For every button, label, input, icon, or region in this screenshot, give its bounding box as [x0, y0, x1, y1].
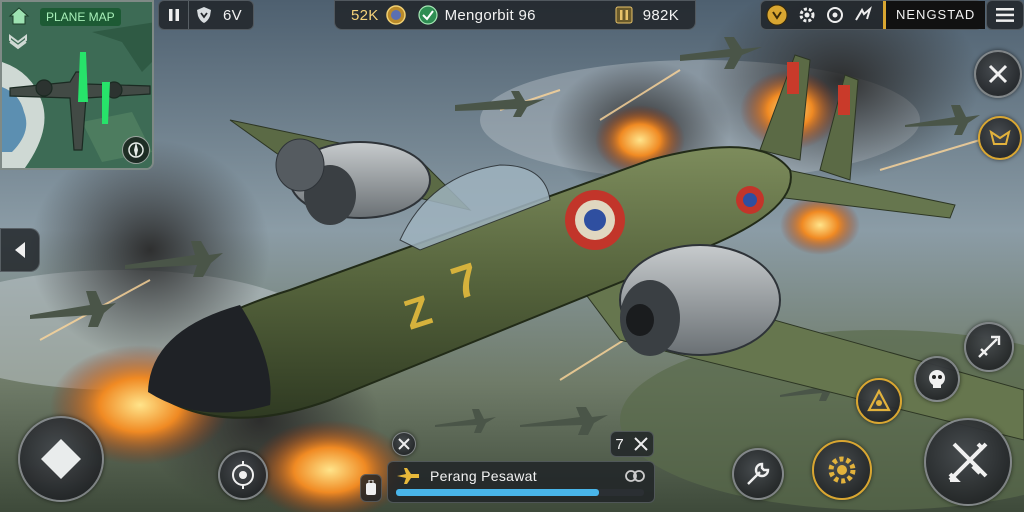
target-icon[interactable] — [825, 5, 845, 25]
settings-gear-icon[interactable] — [797, 5, 817, 25]
minimap[interactable]: PLANE MAP — [0, 0, 154, 170]
minimap-home-icon[interactable] — [8, 6, 30, 26]
link-icon — [625, 470, 645, 482]
gear-icon — [828, 456, 856, 484]
backpack-button[interactable] — [360, 474, 382, 502]
close-cancel-button[interactable] — [974, 50, 1022, 98]
swords-icon — [398, 438, 410, 450]
player-name: NENGSTAD — [883, 1, 986, 29]
coin-icon — [385, 4, 407, 26]
formation-icon — [867, 388, 891, 412]
crossed-guns-icon — [948, 442, 988, 482]
mission-badge-icon — [417, 4, 439, 26]
backpack-icon — [366, 480, 376, 495]
mission-plane-icon — [397, 468, 419, 484]
skull-bomb-icon — [929, 370, 945, 388]
rank-medal-icon[interactable] — [765, 3, 789, 27]
minimap-compass-icon[interactable] — [122, 136, 150, 164]
upgrade-button[interactable] — [812, 440, 872, 500]
counter-value: 7 — [615, 435, 624, 453]
top-resource-bar: 52K Mengorbit 96 982K — [334, 0, 696, 30]
crossed-swords-icon — [633, 437, 648, 451]
mission-progress-panel: Perang Pesawat — [387, 461, 655, 503]
ammo-amount: 982K — [642, 6, 679, 24]
chevron-left-icon — [15, 242, 25, 258]
menu-button[interactable] — [986, 0, 1024, 30]
pause-icon[interactable] — [159, 1, 189, 29]
top-left-value: 6V — [223, 6, 242, 24]
movement-joystick[interactable] — [18, 416, 104, 502]
minimap-title: PLANE MAP — [40, 8, 121, 26]
mission-text: Mengorbit 96 — [444, 6, 536, 24]
formation-button[interactable] — [856, 378, 902, 424]
fire-button[interactable] — [924, 418, 1012, 506]
aim-target-button[interactable] — [218, 450, 268, 500]
gold-amount: 52K — [351, 6, 379, 24]
mission-label: Perang Pesawat — [430, 468, 537, 484]
shield-icon[interactable] — [189, 1, 219, 29]
wrench-icon — [747, 462, 770, 485]
special-ability-button[interactable] — [978, 116, 1022, 160]
repair-button[interactable] — [732, 448, 784, 500]
missile-button[interactable] — [964, 322, 1014, 372]
squad-icon[interactable] — [853, 5, 873, 25]
top-left-hud: 6V — [158, 0, 254, 30]
minimap-rank-icon — [8, 32, 28, 52]
mission-progress-fill — [396, 489, 600, 496]
hamburger-icon — [996, 8, 1014, 22]
ammo-icon — [613, 4, 635, 26]
crosshair-icon — [232, 461, 254, 489]
missile-icon — [978, 335, 1001, 358]
bomb-button[interactable] — [914, 356, 960, 402]
mission-progress-bar — [396, 489, 644, 496]
close-icon — [988, 64, 1008, 84]
left-arrow-button[interactable] — [0, 228, 40, 272]
skill-small-button[interactable] — [392, 432, 416, 456]
counter-box: 7 — [610, 431, 654, 457]
diamond-joystick-icon — [41, 439, 81, 479]
emblem-icon — [989, 129, 1011, 145]
top-right-hud: NENGSTAD — [760, 0, 986, 30]
